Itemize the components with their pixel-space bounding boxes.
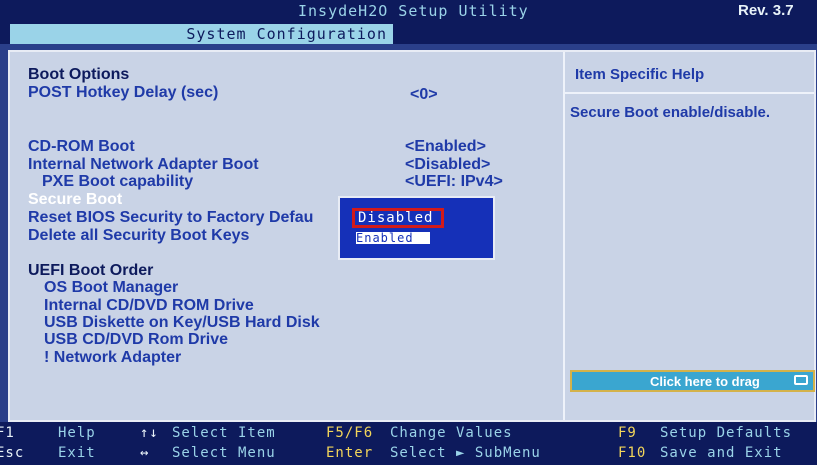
uefi-item-usb-cd-dvd[interactable]: USB CD/DVD Rom Drive (44, 331, 228, 349)
key-enter[interactable]: Enter (326, 444, 373, 462)
boot-options-heading: Boot Options (28, 66, 130, 83)
key-f5f6[interactable]: F5/F6 (326, 424, 373, 442)
uefi-item-internal-cd-dvd[interactable]: Internal CD/DVD ROM Drive (44, 297, 254, 315)
value-pxe-boot-capability[interactable]: <UEFI: IPv4> (405, 173, 503, 191)
help-title: Item Specific Help (575, 66, 705, 83)
title-bar: InsydeH2O Setup Utility Rev. 3.7 (0, 0, 817, 22)
value-cdrom-boot[interactable]: <Enabled> (405, 138, 486, 156)
setting-secure-boot[interactable]: Secure Boot (28, 191, 122, 209)
setting-delete-security-boot-keys[interactable]: Delete all Security Boot Keys (28, 227, 249, 245)
uefi-item-os-boot-manager[interactable]: OS Boot Manager (44, 279, 178, 297)
setting-pxe-boot-capability[interactable]: PXE Boot capability (42, 173, 193, 191)
key-f5f6-desc: Change Values (390, 425, 513, 441)
setting-cdrom-boot[interactable]: CD-ROM Boot (28, 138, 135, 156)
keyboard-icon[interactable] (794, 375, 808, 385)
setting-internal-network-adapter-boot[interactable]: Internal Network Adapter Boot (28, 156, 259, 174)
key-leftright[interactable]: ↔ (140, 444, 149, 462)
app-title: InsydeH2O Setup Utility (298, 2, 529, 20)
setting-reset-bios-security[interactable]: Reset BIOS Security to Factory Defau (28, 209, 313, 227)
key-f1[interactable]: F1 (0, 424, 15, 442)
key-esc-desc: Exit (58, 445, 96, 461)
help-text: Secure Boot enable/disable. (570, 104, 771, 121)
uefi-item-network-adapter[interactable]: ! Network Adapter (44, 349, 181, 367)
key-f1-desc: Help (58, 425, 96, 441)
key-updown[interactable]: ↑↓ (140, 424, 159, 442)
setting-post-hotkey-delay[interactable]: POST Hotkey Delay (sec) (28, 84, 218, 102)
tab-system-configuration[interactable]: System Configuration (10, 24, 393, 44)
secure-boot-popup: Disabled Enabled (338, 196, 495, 260)
key-f10[interactable]: F10 (618, 444, 646, 462)
key-f9[interactable]: F9 (618, 424, 637, 442)
key-updown-desc: Select Item (172, 425, 276, 441)
key-enter-desc: Select ► SubMenu (390, 445, 541, 461)
drag-label: Click here to drag (650, 374, 760, 389)
popup-option-disabled[interactable]: Disabled (352, 208, 444, 228)
key-f10-desc: Save and Exit (660, 445, 783, 461)
key-leftright-desc: Select Menu (172, 445, 276, 461)
drag-handle-bar[interactable]: Click here to drag (570, 370, 815, 392)
key-esc[interactable]: Esc (0, 444, 24, 462)
uefi-boot-order-heading: UEFI Boot Order (28, 262, 154, 279)
footer-keys: F1 Help ↑↓ Select Item F5/F6 Change Valu… (0, 422, 817, 465)
popup-option-enabled[interactable]: Enabled (356, 232, 430, 244)
value-post-hotkey-delay[interactable]: <0> (410, 86, 438, 104)
value-internal-network-adapter-boot[interactable]: <Disabled> (405, 156, 490, 174)
help-separator (565, 92, 814, 94)
uefi-item-usb-diskette[interactable]: USB Diskette on Key/USB Hard Disk (44, 314, 320, 332)
revision-label: Rev. 3.7 (738, 2, 794, 19)
panel-divider (563, 52, 565, 420)
key-f9-desc: Setup Defaults (660, 425, 793, 441)
